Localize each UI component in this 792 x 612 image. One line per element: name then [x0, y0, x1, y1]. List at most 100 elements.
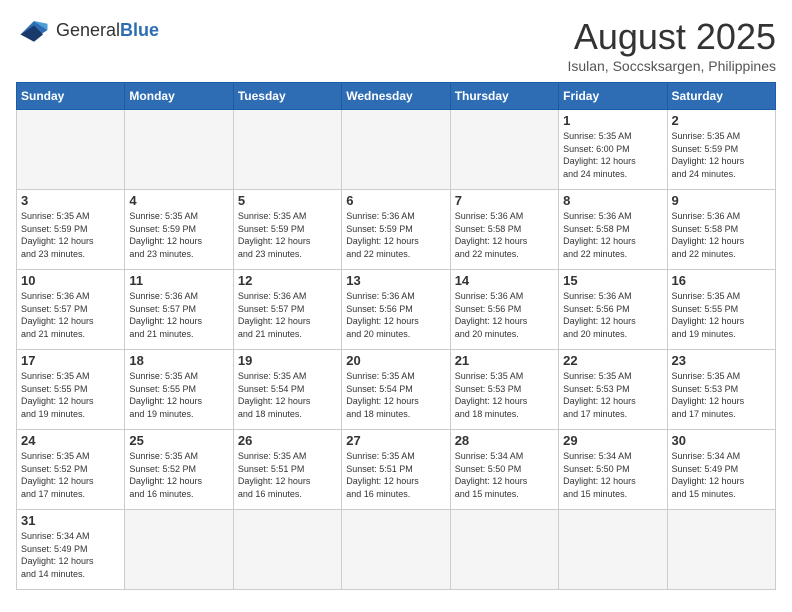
calendar-cell: 9 Sunrise: 5:36 AM Sunset: 5:58 PM Daylig… — [667, 190, 775, 270]
calendar-cell: 27Sunrise: 5:35 AM Sunset: 5:51 PM Dayli… — [342, 430, 450, 510]
calendar-week-row: 17Sunrise: 5:35 AM Sunset: 5:55 PM Dayli… — [17, 350, 776, 430]
calendar-cell: 31Sunrise: 5:34 AM Sunset: 5:49 PM Dayli… — [17, 510, 125, 590]
calendar-cell: 14Sunrise: 5:36 AM Sunset: 5:56 PM Dayli… — [450, 270, 558, 350]
day-number: 8 — [563, 193, 662, 208]
day-info: Sunrise: 5:35 AM Sunset: 6:00 PM Dayligh… — [563, 130, 662, 180]
calendar-cell: 12 Sunrise: 5:36 AM Sunset: 5:57 PM Dayli… — [233, 270, 341, 350]
day-info: Sunrise: 5:36 AM Sunset: 5:56 PM Dayligh… — [563, 290, 662, 340]
day-number: 16 — [672, 273, 771, 288]
calendar-cell: 18Sunrise: 5:35 AM Sunset: 5:55 PM Dayli… — [125, 350, 233, 430]
calendar-week-row: 24 Sunrise: 5:35 AM Sunset: 5:52 PM Dayli… — [17, 430, 776, 510]
logo-text: GeneralBlue — [56, 20, 159, 41]
weekday-header-row: SundayMondayTuesdayWednesdayThursdayFrid… — [17, 83, 776, 110]
calendar-table: SundayMondayTuesdayWednesdayThursdayFrid… — [16, 82, 776, 590]
calendar-week-row: 10 Sunrise: 5:36 AM Sunset: 5:57 PM Dayli… — [17, 270, 776, 350]
day-number: 9 — [672, 193, 771, 208]
calendar-cell — [233, 110, 341, 190]
day-info: Sunrise: 5:34 AM Sunset: 5:49 PM Dayligh… — [672, 450, 771, 500]
day-info: Sunrise: 5:35 AM Sunset: 5:55 PM Dayligh… — [672, 290, 771, 340]
day-number: 31 — [21, 513, 120, 528]
weekday-header-tuesday: Tuesday — [233, 83, 341, 110]
day-info: Sunrise: 5:36 AM Sunset: 5:58 PM Dayligh… — [563, 210, 662, 260]
day-number: 26 — [238, 433, 337, 448]
calendar-cell — [17, 110, 125, 190]
calendar-cell: 28 Sunrise: 5:34 AM Sunset: 5:50 PM Dayli… — [450, 430, 558, 510]
day-number: 2 — [672, 113, 771, 128]
day-info: Sunrise: 5:35 AM Sunset: 5:59 PM Dayligh… — [672, 130, 771, 180]
day-info: Sunrise: 5:34 AM Sunset: 5:50 PM Dayligh… — [455, 450, 554, 500]
calendar-cell: 29Sunrise: 5:34 AM Sunset: 5:50 PM Dayli… — [559, 430, 667, 510]
day-info: Sunrise: 5:35 AM Sunset: 5:53 PM Dayligh… — [672, 370, 771, 420]
logo: GeneralBlue — [16, 16, 159, 44]
calendar-cell: 20 Sunrise: 5:35 AM Sunset: 5:54 PM Dayli… — [342, 350, 450, 430]
calendar-cell: 25 Sunrise: 5:35 AM Sunset: 5:52 PM Dayli… — [125, 430, 233, 510]
day-info: Sunrise: 5:36 AM Sunset: 5:57 PM Dayligh… — [129, 290, 228, 340]
day-number: 17 — [21, 353, 120, 368]
day-number: 28 — [455, 433, 554, 448]
page-header: GeneralBlue August 2025 Isulan, Soccsksa… — [16, 16, 776, 74]
calendar-cell: 1 Sunrise: 5:35 AM Sunset: 6:00 PM Daylig… — [559, 110, 667, 190]
calendar-cell — [125, 110, 233, 190]
calendar-cell: 8 Sunrise: 5:36 AM Sunset: 5:58 PM Daylig… — [559, 190, 667, 270]
day-number: 5 — [238, 193, 337, 208]
day-number: 1 — [563, 113, 662, 128]
day-info: Sunrise: 5:35 AM Sunset: 5:51 PM Dayligh… — [238, 450, 337, 500]
weekday-header-monday: Monday — [125, 83, 233, 110]
calendar-cell — [125, 510, 233, 590]
day-number: 24 — [21, 433, 120, 448]
logo-icon — [16, 16, 52, 44]
calendar-subtitle: Isulan, Soccsksargen, Philippines — [567, 58, 776, 74]
weekday-header-sunday: Sunday — [17, 83, 125, 110]
day-info: Sunrise: 5:36 AM Sunset: 5:57 PM Dayligh… — [238, 290, 337, 340]
day-number: 14 — [455, 273, 554, 288]
day-number: 22 — [563, 353, 662, 368]
day-number: 6 — [346, 193, 445, 208]
weekday-header-wednesday: Wednesday — [342, 83, 450, 110]
day-number: 20 — [346, 353, 445, 368]
calendar-cell — [342, 510, 450, 590]
calendar-title: August 2025 — [567, 16, 776, 58]
day-number: 11 — [129, 273, 228, 288]
calendar-cell: 6Sunrise: 5:36 AM Sunset: 5:59 PM Daylig… — [342, 190, 450, 270]
day-number: 10 — [21, 273, 120, 288]
calendar-cell: 24Sunrise: 5:35 AM Sunset: 5:52 PM Dayli… — [17, 430, 125, 510]
day-info: Sunrise: 5:36 AM Sunset: 5:57 PM Dayligh… — [21, 290, 120, 340]
calendar-cell — [233, 510, 341, 590]
calendar-cell: 19 Sunrise: 5:35 AM Sunset: 5:54 PM Dayli… — [233, 350, 341, 430]
day-number: 19 — [238, 353, 337, 368]
day-info: Sunrise: 5:35 AM Sunset: 5:59 PM Dayligh… — [129, 210, 228, 260]
weekday-header-saturday: Saturday — [667, 83, 775, 110]
day-number: 3 — [21, 193, 120, 208]
calendar-cell — [450, 510, 558, 590]
day-number: 21 — [455, 353, 554, 368]
day-info: Sunrise: 5:35 AM Sunset: 5:54 PM Dayligh… — [238, 370, 337, 420]
calendar-cell: 17Sunrise: 5:35 AM Sunset: 5:55 PM Dayli… — [17, 350, 125, 430]
calendar-week-row: 31Sunrise: 5:34 AM Sunset: 5:49 PM Dayli… — [17, 510, 776, 590]
day-number: 25 — [129, 433, 228, 448]
day-number: 13 — [346, 273, 445, 288]
day-info: Sunrise: 5:35 AM Sunset: 5:59 PM Dayligh… — [238, 210, 337, 260]
calendar-cell: 16 Sunrise: 5:35 AM Sunset: 5:55 PM Dayli… — [667, 270, 775, 350]
calendar-cell: 7Sunrise: 5:36 AM Sunset: 5:58 PM Daylig… — [450, 190, 558, 270]
day-number: 12 — [238, 273, 337, 288]
calendar-cell: 2 Sunrise: 5:35 AM Sunset: 5:59 PM Daylig… — [667, 110, 775, 190]
calendar-cell: 13 Sunrise: 5:36 AM Sunset: 5:56 PM Dayli… — [342, 270, 450, 350]
day-number: 23 — [672, 353, 771, 368]
calendar-cell: 5 Sunrise: 5:35 AM Sunset: 5:59 PM Daylig… — [233, 190, 341, 270]
weekday-header-friday: Friday — [559, 83, 667, 110]
calendar-week-row: 3 Sunrise: 5:35 AM Sunset: 5:59 PM Daylig… — [17, 190, 776, 270]
calendar-cell: 30Sunrise: 5:34 AM Sunset: 5:49 PM Dayli… — [667, 430, 775, 510]
day-info: Sunrise: 5:35 AM Sunset: 5:53 PM Dayligh… — [455, 370, 554, 420]
day-number: 4 — [129, 193, 228, 208]
calendar-title-section: August 2025 Isulan, Soccsksargen, Philip… — [567, 16, 776, 74]
day-info: Sunrise: 5:35 AM Sunset: 5:54 PM Dayligh… — [346, 370, 445, 420]
day-info: Sunrise: 5:35 AM Sunset: 5:53 PM Dayligh… — [563, 370, 662, 420]
day-number: 27 — [346, 433, 445, 448]
day-info: Sunrise: 5:35 AM Sunset: 5:52 PM Dayligh… — [129, 450, 228, 500]
calendar-week-row: 1 Sunrise: 5:35 AM Sunset: 6:00 PM Daylig… — [17, 110, 776, 190]
calendar-cell — [559, 510, 667, 590]
day-info: Sunrise: 5:36 AM Sunset: 5:56 PM Dayligh… — [346, 290, 445, 340]
day-number: 18 — [129, 353, 228, 368]
day-info: Sunrise: 5:36 AM Sunset: 5:58 PM Dayligh… — [672, 210, 771, 260]
day-info: Sunrise: 5:36 AM Sunset: 5:58 PM Dayligh… — [455, 210, 554, 260]
